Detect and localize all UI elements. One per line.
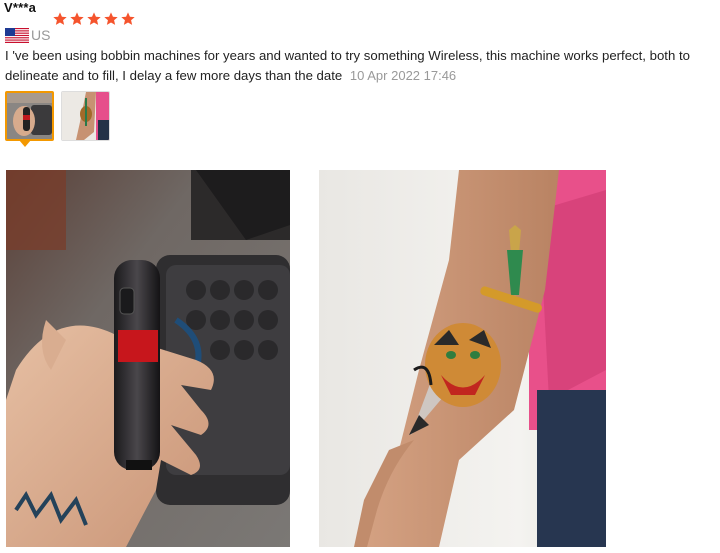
rating-stars xyxy=(52,11,136,27)
star-icon xyxy=(121,12,135,25)
tattoo-arm-thumbnail xyxy=(62,92,109,140)
photo-thumbnail-1[interactable] xyxy=(5,91,54,141)
tattoo-machine-photo xyxy=(6,170,290,547)
review-text: I 've been using bobbin machines for yea… xyxy=(5,48,690,83)
reviewer-country: US xyxy=(5,27,50,43)
star-icon xyxy=(104,12,118,25)
selected-thumbnail-caret xyxy=(19,140,31,147)
review-photo-tattoo-machine[interactable] xyxy=(6,170,290,547)
tattoo-arm-photo xyxy=(319,170,606,547)
review-photo-tattoo-arm[interactable] xyxy=(319,170,606,547)
reviewer-name: V***a xyxy=(4,0,37,15)
star-icon xyxy=(87,12,101,25)
country-code: US xyxy=(31,27,51,43)
review-date: 10 Apr 2022 17:46 xyxy=(349,67,457,83)
photo-thumbnails xyxy=(5,91,110,141)
star-icon xyxy=(70,12,84,25)
star-icon xyxy=(53,12,67,25)
photo-thumbnail-2[interactable] xyxy=(61,91,110,141)
review-body: I 've been using bobbin machines for yea… xyxy=(5,46,719,85)
tattoo-machine-thumbnail xyxy=(7,93,52,139)
us-flag-icon xyxy=(5,27,29,43)
